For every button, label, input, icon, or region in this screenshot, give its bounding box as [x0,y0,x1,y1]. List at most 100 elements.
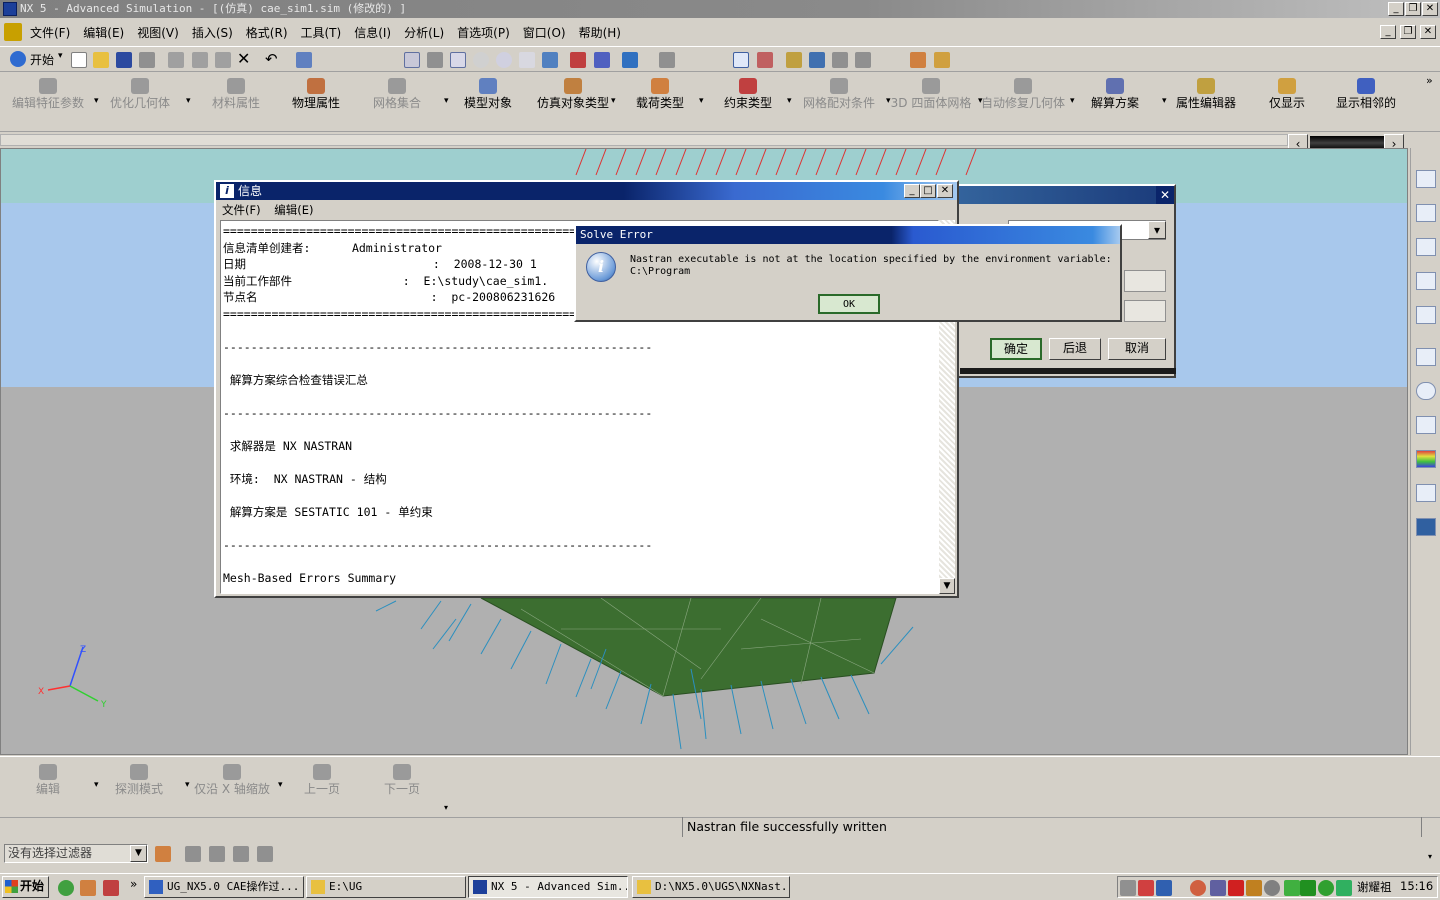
layer-icon[interactable] [594,52,610,68]
tray-network-icon[interactable] [1156,880,1172,896]
constraint-navigator-icon[interactable] [1415,272,1436,290]
selection-scope-icon[interactable] [155,846,171,862]
ribbon-dropdown-icon[interactable]: ▾ [94,96,99,106]
fit-view-icon[interactable] [404,52,420,68]
info-maximize-button[interactable]: □ [920,184,936,198]
taskbar-item-2[interactable]: NX 5 - Advanced Sim... [468,876,628,898]
tray-qq-icon[interactable] [1190,880,1206,896]
ribbon-button-6[interactable]: 仿真对象类型 [527,76,619,110]
navigator-icon[interactable] [1415,170,1436,188]
menu-item-10[interactable]: 帮助(H) [579,24,621,41]
ribbon-button-11[interactable]: 自动修复几何体 [977,76,1069,110]
open-folder-icon[interactable] [93,52,109,68]
snap-center-icon[interactable] [809,52,825,68]
start-dropdown-icon[interactable]: ▾ [58,51,63,61]
doc-restore-button[interactable]: ❐ [1400,25,1416,39]
post-button-4[interactable]: 下一页 [358,762,446,796]
menu-item-4[interactable]: 格式(R) [246,24,288,41]
toolbar-overflow-icon[interactable]: » [1426,74,1433,87]
post-button-1[interactable]: 探测模式 [95,762,183,796]
ribbon-button-2[interactable]: 材料属性 [190,76,282,110]
ribbon-dropdown-icon[interactable]: ▾ [978,96,983,106]
ribbon-button-15[interactable]: 显示相邻的 [1320,76,1412,110]
info-close-button[interactable]: ✕ [937,184,953,198]
tray-download-icon[interactable] [1336,880,1352,896]
quicklaunch-2-icon[interactable] [80,880,96,896]
ribbon-button-9[interactable]: 网格配对条件 [793,76,885,110]
doc-minimize-button[interactable]: _ [1380,25,1396,39]
snap-quadrant-icon[interactable] [832,52,848,68]
selection-face-icon[interactable] [257,846,273,862]
selection-deselect-icon[interactable] [185,846,201,862]
solve-dialog-back-button[interactable]: 后退 [1049,338,1101,360]
delete-icon[interactable]: ✕ [237,49,250,68]
paste-icon[interactable] [215,52,231,68]
snap-point-icon[interactable] [733,52,749,68]
snap-mid-icon[interactable] [786,52,802,68]
selection-bar-options-icon[interactable]: ▾ [1428,852,1432,861]
magnify-icon[interactable] [473,52,489,68]
print-icon[interactable] [139,52,155,68]
menu-item-6[interactable]: 信息(I) [354,24,391,41]
menu-item-3[interactable]: 插入(S) [192,24,233,41]
menu-item-7[interactable]: 分析(L) [404,24,444,41]
menu-item-9[interactable]: 窗口(O) [523,24,566,41]
menu-item-8[interactable]: 首选项(P) [457,24,510,41]
post-dropdown-icon[interactable]: ▾ [278,780,283,790]
ribbon-button-13[interactable]: 属性编辑器 [1160,76,1252,110]
ribbon-dropdown-icon[interactable]: ▾ [1162,96,1167,106]
ribbon-button-4[interactable]: 网格集合 [351,76,443,110]
ribbon-dropdown-icon[interactable]: ▾ [699,96,704,106]
copy-icon[interactable] [192,52,208,68]
solve-dialog-field-2[interactable] [1124,300,1166,322]
solve-dialog-cancel-button[interactable]: 取消 [1108,338,1166,360]
quicklaunch-3-icon[interactable] [103,880,119,896]
tray-warning-icon[interactable] [1246,880,1262,896]
start-menu-label[interactable]: 开始 [30,51,54,68]
tray-sync-icon[interactable] [1318,880,1334,896]
ribbon-button-5[interactable]: 模型对象 [442,76,534,110]
ribbon-dropdown-icon[interactable]: ▾ [186,96,191,106]
post-dropdown-icon[interactable]: ▾ [94,780,99,790]
ribbon-button-1[interactable]: 优化几何体 [94,76,186,110]
tray-app-icon[interactable] [1210,880,1226,896]
post-toolbar-options-icon[interactable]: ▾ [444,803,448,812]
save-icon[interactable] [116,52,132,68]
select-icon[interactable] [296,52,312,68]
ribbon-button-3[interactable]: 物理属性 [270,76,362,110]
snap-intersect-icon[interactable] [855,52,871,68]
solve-dialog-dropdown-icon[interactable]: ▾ [1148,221,1166,239]
selection-filter-dropdown-icon[interactable]: ▼ [130,845,147,862]
tray-shield-icon[interactable] [1228,880,1244,896]
zoom-box-icon[interactable] [427,52,443,68]
menu-item-5[interactable]: 工具(T) [301,24,342,41]
solve-dialog-field-1[interactable] [1124,270,1166,292]
solve-error-ok-button[interactable]: OK [818,294,880,314]
ribbon-button-7[interactable]: 载荷类型 [614,76,706,110]
doc-close-button[interactable]: ✕ [1420,25,1436,39]
tray-clock-icon[interactable] [1264,880,1280,896]
ribbon-button-8[interactable]: 约束类型 [702,76,794,110]
ribbon-dropdown-icon[interactable]: ▾ [611,96,616,106]
solve-dialog-close-button[interactable]: ✕ [1156,186,1174,204]
quicklaunch-more-icon[interactable]: » [130,877,137,891]
tray-monitor-icon[interactable] [1300,880,1316,896]
menu-item-1[interactable]: 编辑(E) [83,24,124,41]
simulation-navigator-icon[interactable] [1415,306,1436,324]
reuse-library-icon[interactable] [1415,416,1436,434]
pan-icon[interactable] [519,52,535,68]
model-icon[interactable] [570,52,586,68]
post-button-2[interactable]: 仅沿 X 轴缩放 [188,762,276,796]
tray-green-icon[interactable] [1284,880,1300,896]
cut-icon[interactable] [168,52,184,68]
ribbon-button-0[interactable]: 编辑特征参数 [2,76,94,110]
close-button[interactable]: ✕ [1422,2,1438,16]
zoom-icon[interactable] [450,52,466,68]
minimize-button[interactable]: _ [1388,2,1404,16]
selection-filter[interactable]: 没有选择过滤器 [4,844,148,863]
post-button-0[interactable]: 编辑 [4,762,92,796]
ribbon-button-12[interactable]: 解算方案 [1069,76,1161,110]
post-dropdown-icon[interactable]: ▾ [185,780,190,790]
info-menu-edit[interactable]: 编辑(E) [274,203,313,217]
render-style-icon[interactable] [622,52,638,68]
